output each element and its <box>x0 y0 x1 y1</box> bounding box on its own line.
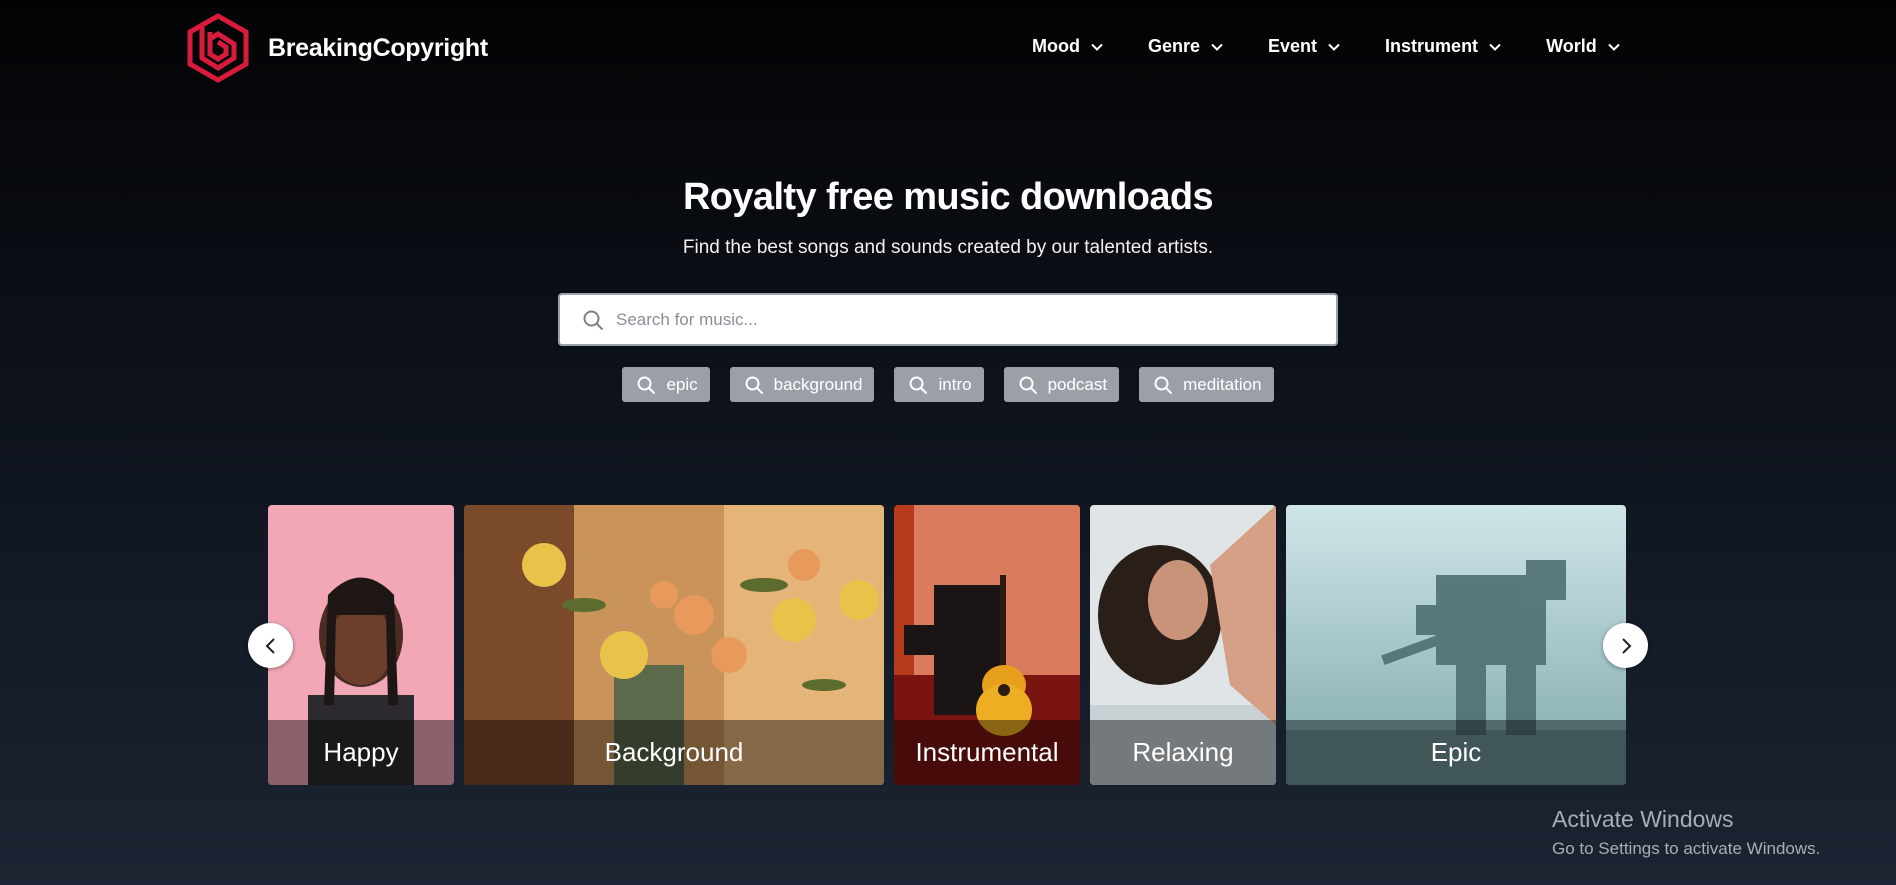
hexagon-b-logo-icon <box>187 13 249 83</box>
category-label: Happy <box>323 737 399 767</box>
chevron-down-icon <box>1328 43 1340 51</box>
tag-podcast[interactable]: podcast <box>1003 367 1120 402</box>
tag-label: meditation <box>1183 374 1262 394</box>
search-icon <box>1154 376 1173 394</box>
brand-logo-link[interactable]: BreakingCopyright <box>186 12 488 84</box>
category-overlay: Background <box>464 720 884 785</box>
chevron-down-icon <box>1489 43 1501 51</box>
search-input[interactable] <box>616 309 1316 330</box>
search-box[interactable] <box>558 293 1338 346</box>
carousel-next-button[interactable] <box>1603 623 1648 668</box>
chevron-down-icon <box>1608 43 1620 51</box>
nav-item-label: World <box>1546 36 1597 56</box>
chevron-down-icon <box>1211 43 1223 51</box>
hero-title: Royalty free music downloads <box>682 176 1214 218</box>
tag-label: podcast <box>1047 374 1108 394</box>
tag-label: intro <box>938 374 972 394</box>
category-carousel: Happy Background Instrumental Relaxing E… <box>268 505 1628 785</box>
nav-item-event[interactable]: Event <box>1268 36 1341 57</box>
tag-label: epic <box>666 374 698 394</box>
search-icon <box>745 376 763 394</box>
tag-label: background <box>773 374 863 394</box>
nav-item-label: Genre <box>1147 36 1201 56</box>
category-card-instrumental[interactable]: Instrumental <box>894 505 1080 785</box>
chevron-down-icon <box>1091 43 1103 51</box>
suggested-tags: epic background intro podcast meditation <box>0 367 1896 402</box>
windows-activation-watermark: Activate Windows Go to Settings to activ… <box>1552 806 1820 859</box>
site-header: BreakingCopyright Mood Genre Event Instr… <box>0 0 1896 100</box>
category-overlay: Relaxing <box>1090 720 1276 785</box>
category-overlay: Happy <box>268 720 454 785</box>
chevron-left-icon <box>265 637 275 654</box>
category-overlay: Epic <box>1286 720 1626 785</box>
nav-item-label: Instrument <box>1385 36 1479 56</box>
category-card-background[interactable]: Background <box>464 505 884 785</box>
chevron-right-icon <box>1621 637 1631 654</box>
search-icon <box>1019 376 1037 394</box>
nav-item-label: Event <box>1268 36 1318 56</box>
nav-item-instrument[interactable]: Instrument <box>1385 36 1502 57</box>
nav-item-genre[interactable]: Genre <box>1148 36 1224 57</box>
tag-intro[interactable]: intro <box>894 367 984 402</box>
search-icon <box>637 376 656 394</box>
search-icon <box>909 376 928 394</box>
search-icon <box>583 310 603 330</box>
category-label: Epic <box>1430 737 1482 767</box>
category-card-happy[interactable]: Happy <box>268 505 454 785</box>
category-label: Background <box>604 737 744 767</box>
watermark-title: Activate Windows <box>1552 806 1734 832</box>
tag-epic[interactable]: epic <box>622 367 710 402</box>
brand-name: BreakingCopyright <box>268 33 488 62</box>
hero-subtitle: Find the best songs and sounds created b… <box>682 237 1214 258</box>
category-label: Instrumental <box>915 737 1059 767</box>
carousel-prev-button[interactable] <box>248 623 293 668</box>
tag-meditation[interactable]: meditation <box>1139 367 1274 402</box>
nav-item-world[interactable]: World <box>1546 36 1621 57</box>
nav-item-label: Mood <box>1032 36 1080 56</box>
main-nav: Mood Genre Event Instrument World <box>1032 36 1621 57</box>
category-card-relaxing[interactable]: Relaxing <box>1090 505 1276 785</box>
category-card-epic[interactable]: Epic <box>1286 505 1626 785</box>
category-overlay: Instrumental <box>894 720 1080 785</box>
category-label: Relaxing <box>1132 737 1234 767</box>
nav-item-mood[interactable]: Mood <box>1032 36 1104 57</box>
tag-background[interactable]: background <box>729 367 875 402</box>
watermark-subtitle: Go to Settings to activate Windows. <box>1552 839 1821 858</box>
